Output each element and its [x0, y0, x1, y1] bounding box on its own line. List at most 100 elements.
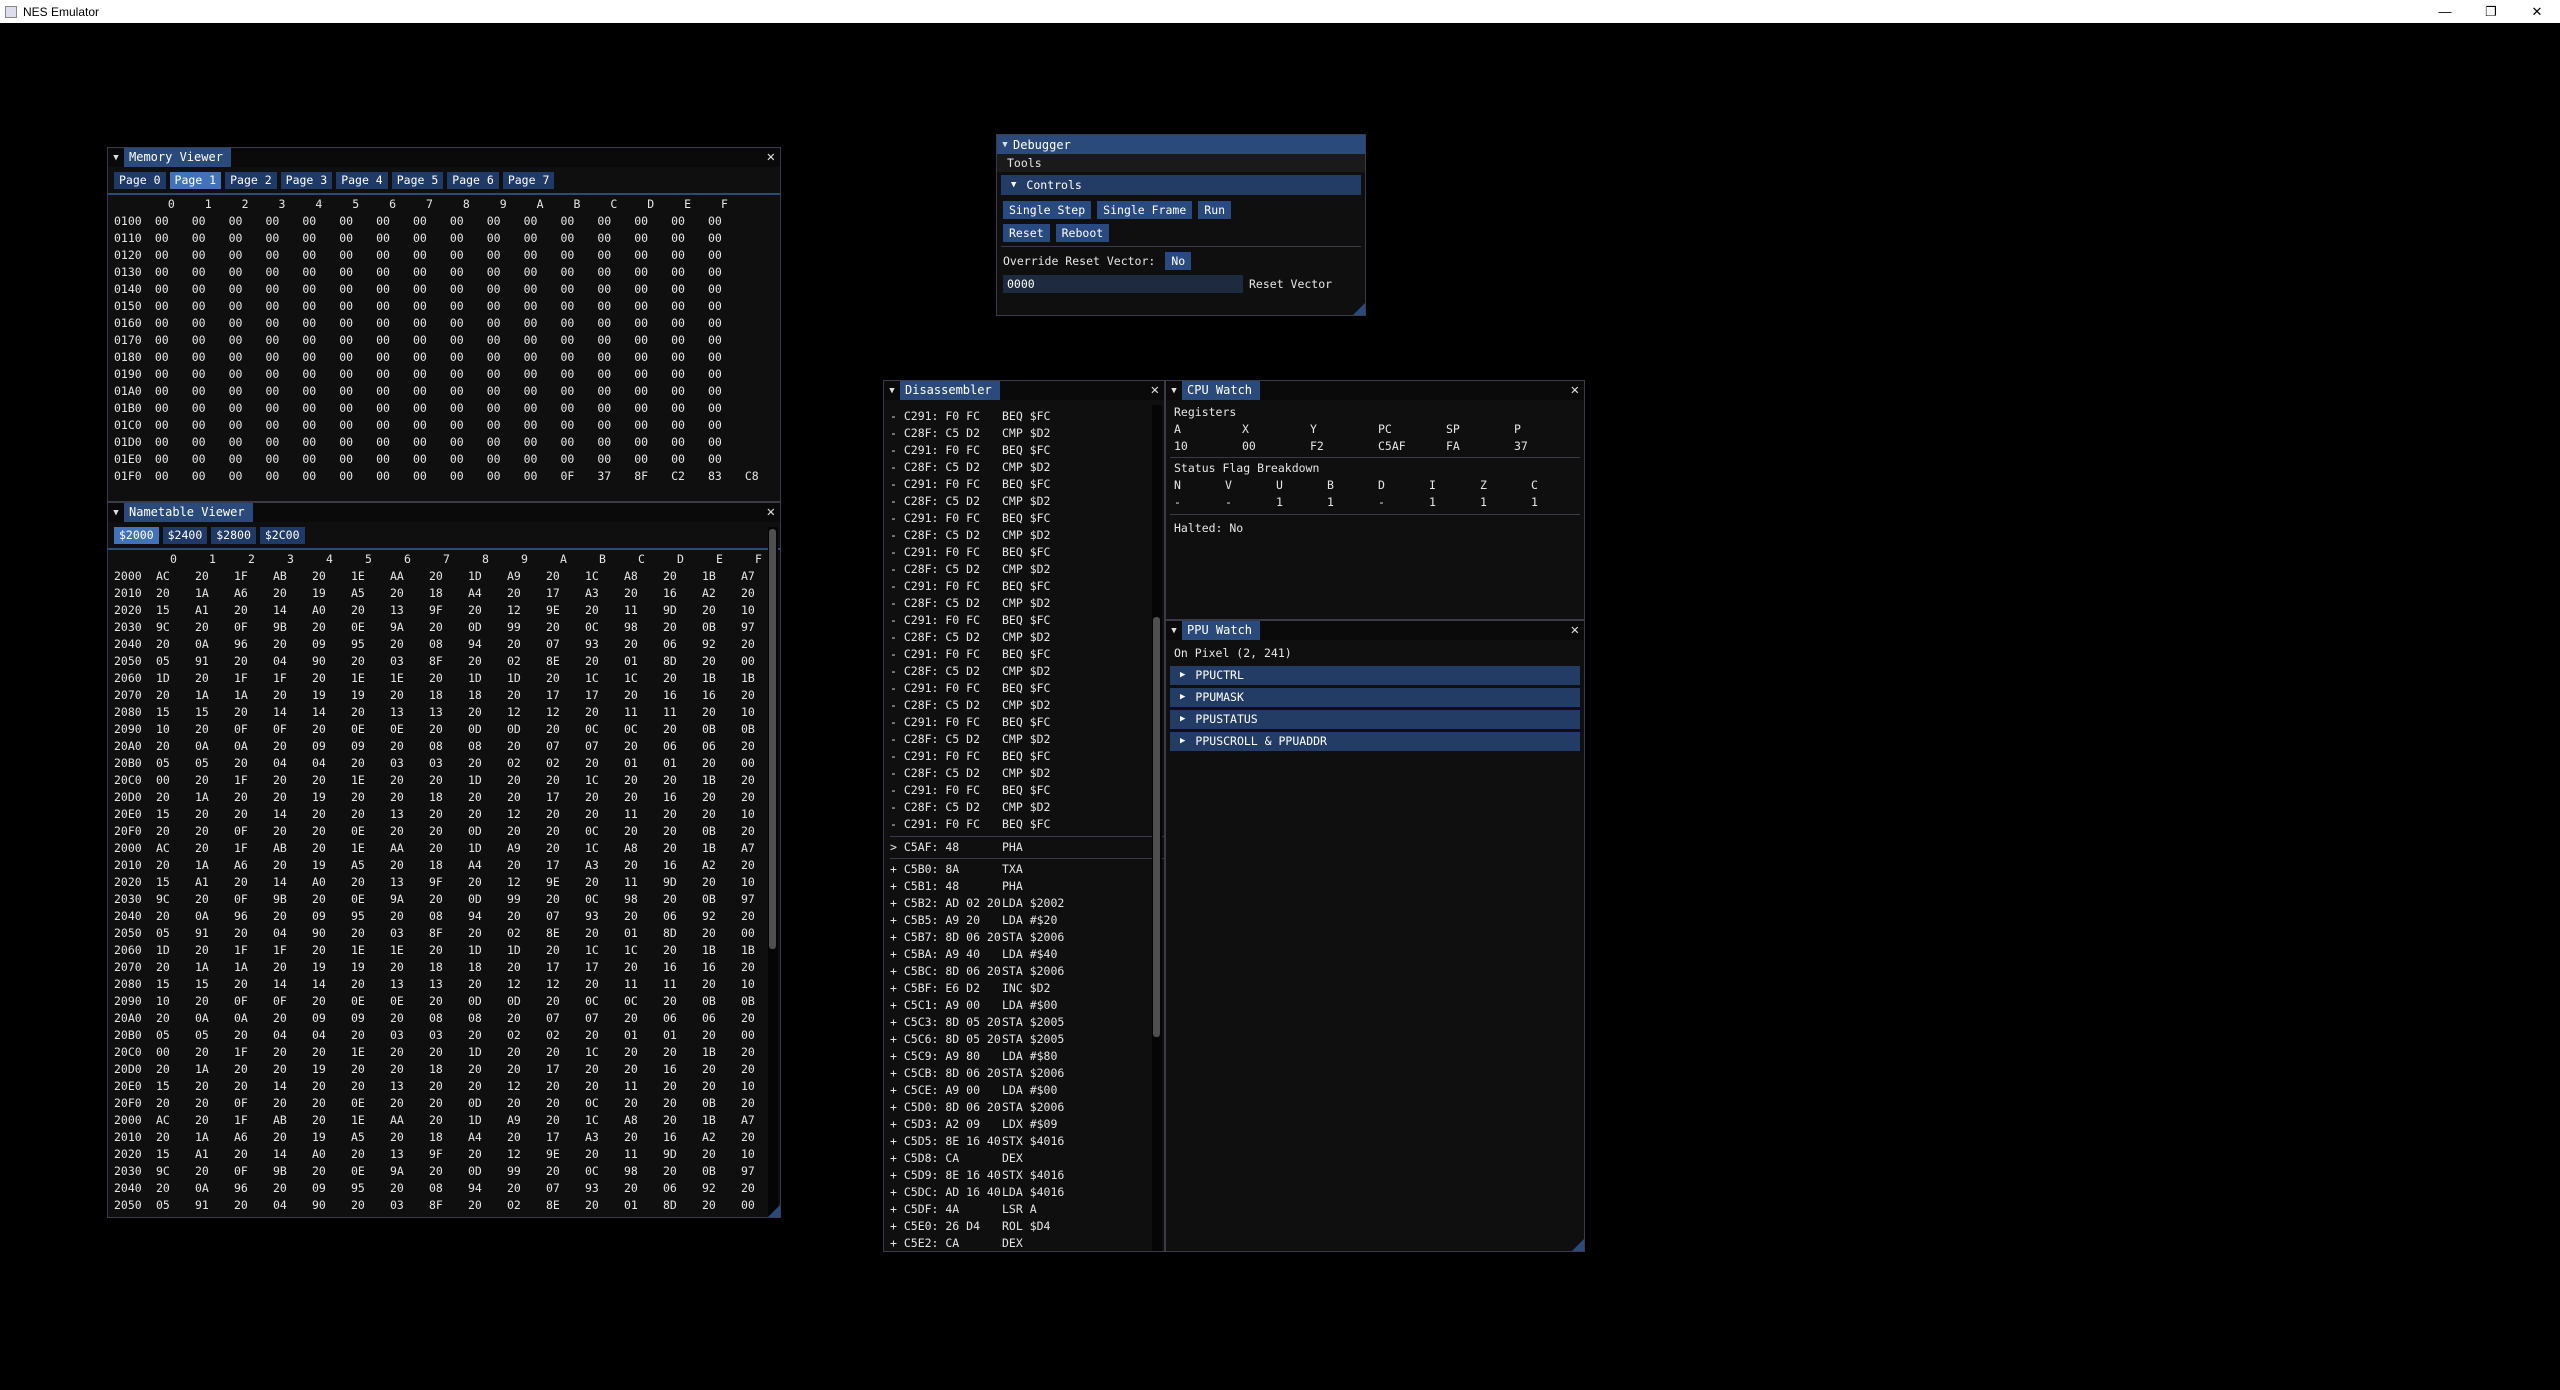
byte-cell[interactable]: A5	[349, 1128, 388, 1145]
byte-cell[interactable]: 20	[154, 1179, 193, 1196]
tab-2800[interactable]: $2800	[211, 527, 256, 544]
byte-cell[interactable]: 20	[622, 856, 661, 873]
past-instruction[interactable]: - C28F: C5 D2 CMP $D2	[890, 493, 1164, 510]
byte-cell[interactable]: 1F	[232, 1111, 271, 1128]
byte-cell[interactable]: 03	[388, 924, 427, 941]
byte-cell[interactable]: 83	[706, 467, 743, 484]
byte-cell[interactable]: 20	[505, 771, 544, 788]
byte-cell[interactable]: A1	[193, 601, 232, 618]
byte-cell[interactable]: 05	[154, 1026, 193, 1043]
byte-cell[interactable]: 20	[154, 737, 193, 754]
byte-cell[interactable]: 20	[505, 686, 544, 703]
byte-cell[interactable]: 20	[271, 907, 310, 924]
past-instruction[interactable]: - C28F: C5 D2 CMP $D2	[890, 459, 1164, 476]
byte-cell[interactable]: 00	[374, 416, 411, 433]
byte-cell[interactable]: 0C	[583, 720, 622, 737]
byte-cell[interactable]: 00	[522, 399, 559, 416]
byte-cell[interactable]: 00	[706, 416, 743, 433]
byte-cell[interactable]: 20	[427, 1094, 466, 1111]
byte-cell[interactable]: 00	[448, 263, 485, 280]
byte-cell[interactable]: 00	[374, 467, 411, 484]
byte-cell[interactable]: 20	[583, 652, 622, 669]
byte-cell[interactable]: 1D	[154, 941, 193, 958]
byte-cell[interactable]: 1F	[232, 941, 271, 958]
past-instruction[interactable]: - C291: F0 FC BEQ $FC	[890, 714, 1164, 731]
byte-cell[interactable]: 12	[505, 873, 544, 890]
byte-cell[interactable]: 20	[154, 788, 193, 805]
byte-cell[interactable]: 20	[232, 1060, 271, 1077]
byte-cell[interactable]: 15	[154, 601, 193, 618]
resize-grip[interactable]	[1353, 303, 1365, 315]
byte-cell[interactable]: 00	[706, 331, 743, 348]
past-instruction[interactable]: - C28F: C5 D2 CMP $D2	[890, 629, 1164, 646]
byte-cell[interactable]: 00	[632, 348, 669, 365]
byte-cell[interactable]: 00	[632, 246, 669, 263]
byte-cell[interactable]: AA	[388, 567, 427, 584]
byte-cell[interactable]: 20	[505, 1060, 544, 1077]
byte-cell[interactable]: 0E	[349, 618, 388, 635]
byte-cell[interactable]: 90	[310, 652, 349, 669]
byte-cell[interactable]: 16	[661, 788, 700, 805]
byte-cell[interactable]: 20	[505, 1094, 544, 1111]
byte-cell[interactable]: 19	[349, 686, 388, 703]
next-instruction[interactable]: + C5D0: 8D 06 20 STA $2006	[890, 1099, 1164, 1116]
byte-cell[interactable]: A9	[505, 1111, 544, 1128]
byte-cell[interactable]: 00	[559, 331, 596, 348]
byte-cell[interactable]: 04	[271, 1196, 310, 1213]
byte-cell[interactable]: 12	[505, 703, 544, 720]
byte-cell[interactable]: 1C	[622, 941, 661, 958]
byte-cell[interactable]: 16	[661, 584, 700, 601]
byte-cell[interactable]: 92	[700, 1179, 739, 1196]
byte-cell[interactable]: 07	[544, 737, 583, 754]
byte-cell[interactable]: 00	[595, 433, 632, 450]
byte-cell[interactable]: 00	[595, 280, 632, 297]
disassembler-titlebar[interactable]: ▼ Disassembler ✕	[884, 381, 1164, 400]
byte-cell[interactable]: 05	[154, 1196, 193, 1213]
past-instruction[interactable]: - C291: F0 FC BEQ $FC	[890, 782, 1164, 799]
byte-cell[interactable]: 20	[622, 822, 661, 839]
byte-cell[interactable]: 1B	[700, 1043, 739, 1060]
byte-cell[interactable]: 20	[622, 737, 661, 754]
ppu-section-ppustatus[interactable]: ▶ PPUSTATUS	[1170, 710, 1580, 729]
byte-cell[interactable]: 20	[193, 771, 232, 788]
byte-cell[interactable]: 20	[505, 1043, 544, 1060]
byte-cell[interactable]: 20	[505, 856, 544, 873]
collapse-icon[interactable]: ▼	[997, 140, 1013, 150]
byte-cell[interactable]: 19	[310, 584, 349, 601]
byte-cell[interactable]: 1E	[349, 669, 388, 686]
byte-cell[interactable]: 00	[669, 229, 706, 246]
byte-cell[interactable]: 20	[583, 788, 622, 805]
byte-cell[interactable]: 00	[632, 365, 669, 382]
byte-cell[interactable]: 00	[485, 399, 522, 416]
byte-cell[interactable]: 00	[264, 399, 301, 416]
memory-viewer-window[interactable]: ▼ Memory Viewer ✕ Page 0 Page 1 Page 2 Page…	[107, 147, 781, 502]
byte-cell[interactable]: 14	[271, 601, 310, 618]
byte-cell[interactable]: 11	[622, 975, 661, 992]
byte-cell[interactable]: 20	[661, 1077, 700, 1094]
byte-cell[interactable]: 20	[544, 567, 583, 584]
byte-cell[interactable]: 00	[337, 382, 374, 399]
byte-cell[interactable]: 07	[544, 635, 583, 652]
byte-cell[interactable]: 20	[154, 822, 193, 839]
byte-cell[interactable]: 00	[300, 246, 337, 263]
byte-cell[interactable]: 1B	[700, 839, 739, 856]
byte-cell[interactable]: 00	[153, 416, 190, 433]
byte-cell[interactable]: 20	[622, 958, 661, 975]
byte-cell[interactable]: 99	[505, 1162, 544, 1179]
byte-cell[interactable]: 07	[583, 737, 622, 754]
byte-cell[interactable]: 0F	[232, 992, 271, 1009]
close-icon[interactable]: ✕	[767, 148, 775, 167]
byte-cell[interactable]: 20	[271, 1128, 310, 1145]
byte-cell[interactable]: 20	[661, 669, 700, 686]
past-instruction[interactable]: - C291: F0 FC BEQ $FC	[890, 816, 1164, 833]
byte-cell[interactable]: 00	[485, 433, 522, 450]
byte-cell[interactable]: A8	[622, 1111, 661, 1128]
byte-cell[interactable]: 0F	[271, 992, 310, 1009]
byte-cell[interactable]: 8F	[632, 467, 669, 484]
byte-cell[interactable]: 20	[271, 788, 310, 805]
past-instruction[interactable]: - C291: F0 FC BEQ $FC	[890, 646, 1164, 663]
byte-cell[interactable]: 00	[522, 297, 559, 314]
byte-cell[interactable]: 19	[349, 958, 388, 975]
byte-cell[interactable]: 20	[388, 788, 427, 805]
byte-cell[interactable]: 00	[595, 399, 632, 416]
